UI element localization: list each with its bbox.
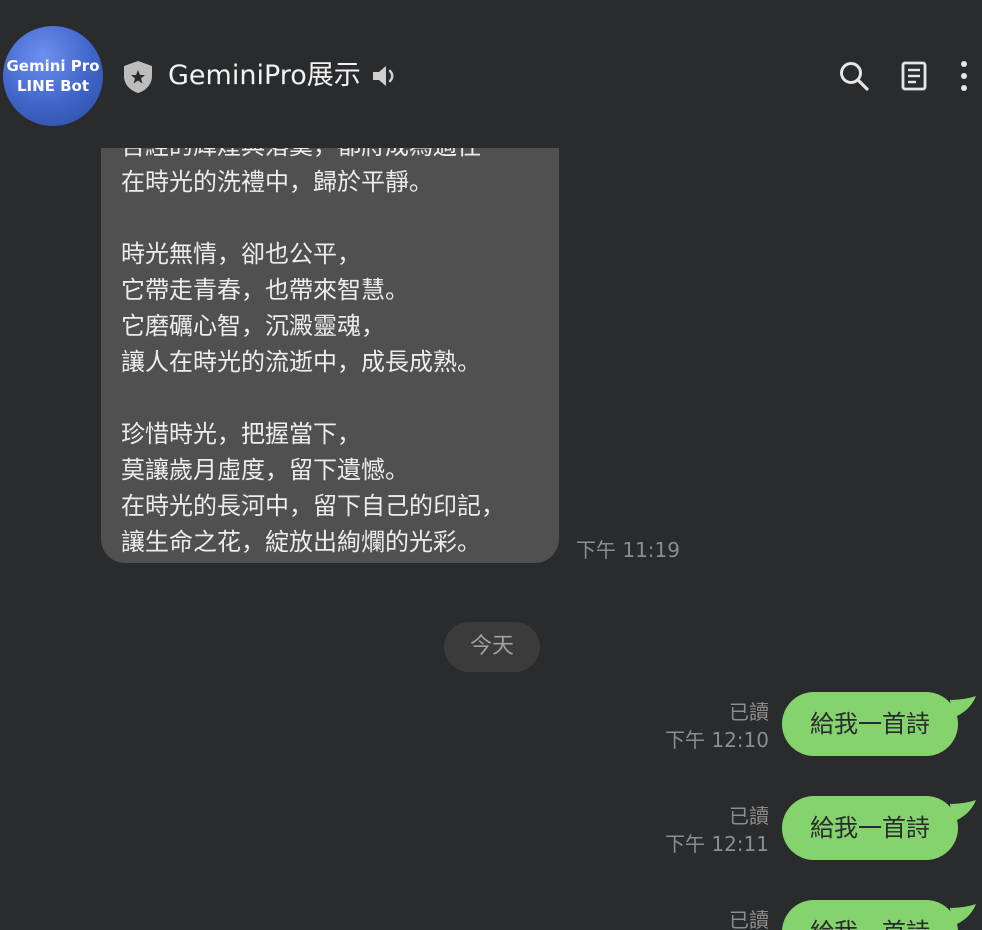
user-message-bubble[interactable]: 給我一首詩: [782, 900, 958, 930]
chat-messages[interactable]: 吉經的輝煌與落寞，都將成為過往 在時光的洗禮中，歸於平靜。 時光無情，卻也公平，…: [0, 148, 982, 930]
bot-message-line: 它磨礪心智，沉澱靈魂，: [121, 312, 385, 340]
bot-message-line: 在時光的長河中，留下自己的印記，: [121, 492, 505, 520]
more-icon[interactable]: [956, 58, 972, 94]
bot-message-bubble[interactable]: 吉經的輝煌與落寞，都將成為過往 在時光的洗禮中，歸於平靜。 時光無情，卻也公平，…: [101, 148, 559, 563]
date-divider: 今天: [444, 622, 540, 672]
bot-message-line: 在時光的洗禮中，歸於平靜。: [121, 168, 433, 196]
bot-message-line: 時光無情，卻也公平，: [121, 240, 361, 268]
bubble-tail: [950, 696, 976, 718]
speaker-icon: [373, 66, 394, 86]
bot-message-line: 它帶走青春，也帶來智慧。: [121, 276, 409, 304]
avatar-line1: Gemini Pro: [6, 57, 100, 75]
bot-message-line: 讓人在時光的流逝中，成長成熟。: [121, 348, 481, 376]
bot-message-line: 珍惜時光，把握當下，: [121, 420, 361, 448]
search-icon[interactable]: [838, 60, 870, 92]
bot-message-line-cut: 吉經的輝煌與落寞，都將成為過往: [121, 148, 559, 164]
chat-window: Gemini Pro LINE Bot GeminiPro展示 在時光的洗禮中，…: [0, 0, 982, 930]
avatar[interactable]: Gemini Pro LINE Bot: [3, 26, 103, 126]
read-receipt: 已讀: [729, 700, 769, 724]
avatar-line2: LINE Bot: [16, 77, 90, 95]
bubble-tail: [950, 904, 976, 926]
stanza-spacer: [121, 380, 559, 416]
read-receipt: 已讀: [729, 908, 769, 930]
chat-header: Gemini Pro LINE Bot GeminiPro展示: [0, 0, 982, 148]
user-message-bubble[interactable]: 給我一首詩: [782, 692, 958, 756]
notes-icon[interactable]: [900, 60, 928, 92]
message-timestamp: 下午 12:11: [665, 832, 769, 856]
bubble-tail: [950, 800, 976, 822]
stanza-spacer: [121, 200, 559, 236]
user-message-bubble[interactable]: 給我一首詩: [782, 796, 958, 860]
read-receipt: 已讀: [729, 804, 769, 828]
message-timestamp: 下午 11:19: [576, 538, 680, 562]
shield-icon: [124, 61, 152, 93]
page-title: GeminiPro展示: [168, 60, 361, 91]
bot-message-line: 莫讓歲月虛度，留下遺憾。: [121, 456, 409, 484]
message-meta: 已讀: [729, 906, 769, 930]
message-meta: 已讀 下午 12:11: [665, 802, 769, 858]
message-timestamp: 下午 12:10: [665, 728, 769, 752]
message-meta: 已讀 下午 12:10: [665, 698, 769, 754]
bot-message-line: 讓生命之花，綻放出絢爛的光彩。: [121, 528, 481, 556]
